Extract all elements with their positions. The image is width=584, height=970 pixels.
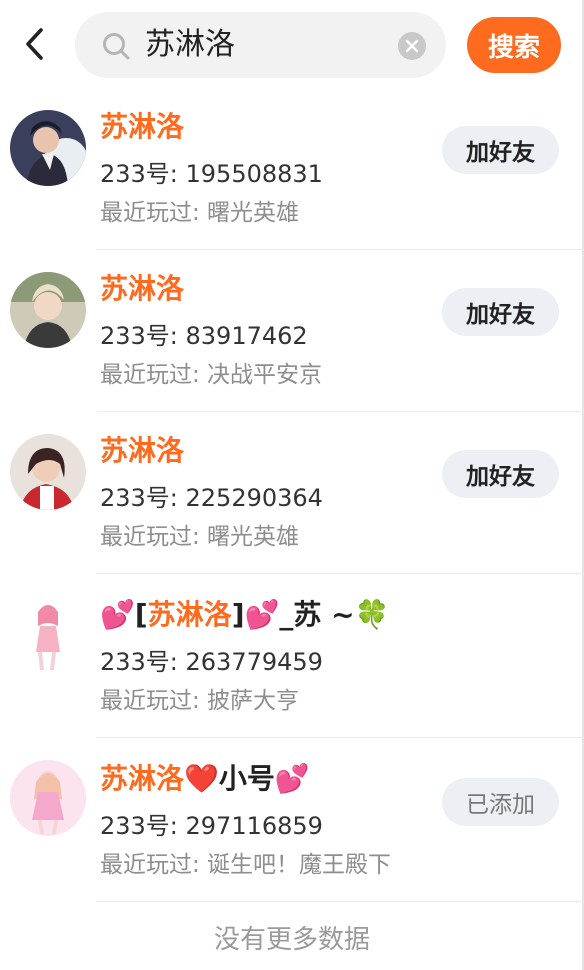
search-query-text[interactable]: 苏淋洛 <box>145 26 235 64</box>
user-name-prefix: 💕[ <box>100 598 148 631</box>
back-arrow-icon <box>26 28 43 60</box>
list-item[interactable]: 💕[苏淋洛]💕_苏 ~🍀 233号: 263779459 最近玩过: 披萨大亨 <box>0 574 584 738</box>
user-name-suffix: ❤️小号💕 <box>184 762 310 795</box>
user-name: 苏淋洛 <box>100 272 185 305</box>
recently-played: 最近玩过: 披萨大亨 <box>100 688 300 714</box>
user-name: 苏淋洛 <box>100 434 185 467</box>
list-item[interactable]: 苏淋洛 233号: 195508831 最近玩过: 曙光英雄 加好友 <box>0 88 584 250</box>
add-friend-button[interactable]: 加好友 <box>442 288 559 336</box>
search-button[interactable]: 搜索 <box>467 17 561 73</box>
user-name: 苏淋洛❤️小号💕 <box>100 762 310 796</box>
avatar[interactable] <box>10 110 86 186</box>
clear-button[interactable] <box>398 32 426 60</box>
avatar[interactable] <box>10 272 86 348</box>
add-friend-button[interactable]: 加好友 <box>442 450 559 498</box>
user-id: 233号: 83917462 <box>100 322 308 350</box>
recently-played: 最近玩过: 决战平安京 <box>100 362 323 388</box>
clear-icon <box>405 39 419 53</box>
user-name-highlight: 苏淋洛 <box>147 598 232 631</box>
recently-played: 最近玩过: 曙光英雄 <box>100 524 300 550</box>
avatar[interactable] <box>10 760 86 836</box>
user-result-list: 苏淋洛 233号: 195508831 最近玩过: 曙光英雄 加好友 苏淋洛 2… <box>0 88 584 902</box>
user-name: 苏淋洛 <box>100 110 185 143</box>
user-id: 233号: 263779459 <box>100 648 323 676</box>
search-icon <box>103 33 130 60</box>
user-id: 233号: 297116859 <box>100 812 323 840</box>
user-name-highlight: 苏淋洛 <box>100 762 185 795</box>
avatar[interactable] <box>10 434 86 510</box>
list-item[interactable]: 苏淋洛 233号: 225290364 最近玩过: 曙光英雄 加好友 <box>0 412 584 574</box>
added-button[interactable]: 已添加 <box>442 778 559 826</box>
user-id: 233号: 225290364 <box>100 484 323 512</box>
avatar[interactable] <box>10 596 86 672</box>
divider <box>97 901 584 902</box>
top-bar: 苏淋洛 搜索 <box>0 0 584 88</box>
add-friend-button[interactable]: 加好友 <box>442 126 559 174</box>
user-name-suffix: ]💕_苏 ~🍀 <box>231 598 390 631</box>
search-input[interactable]: 苏淋洛 <box>75 12 446 78</box>
back-button[interactable] <box>14 22 54 66</box>
no-more-data-text: 没有更多数据 <box>213 925 370 955</box>
user-name: 💕[苏淋洛]💕_苏 ~🍀 <box>100 598 389 632</box>
list-item[interactable]: 苏淋洛 233号: 83917462 最近玩过: 决战平安京 加好友 <box>0 250 584 412</box>
user-id: 233号: 195508831 <box>100 160 323 188</box>
recently-played: 最近玩过: 诞生吧！魔王殿下 <box>100 852 392 878</box>
list-item[interactable]: 苏淋洛❤️小号💕 233号: 297116859 最近玩过: 诞生吧！魔王殿下 … <box>0 738 584 902</box>
recently-played: 最近玩过: 曙光英雄 <box>100 200 300 226</box>
